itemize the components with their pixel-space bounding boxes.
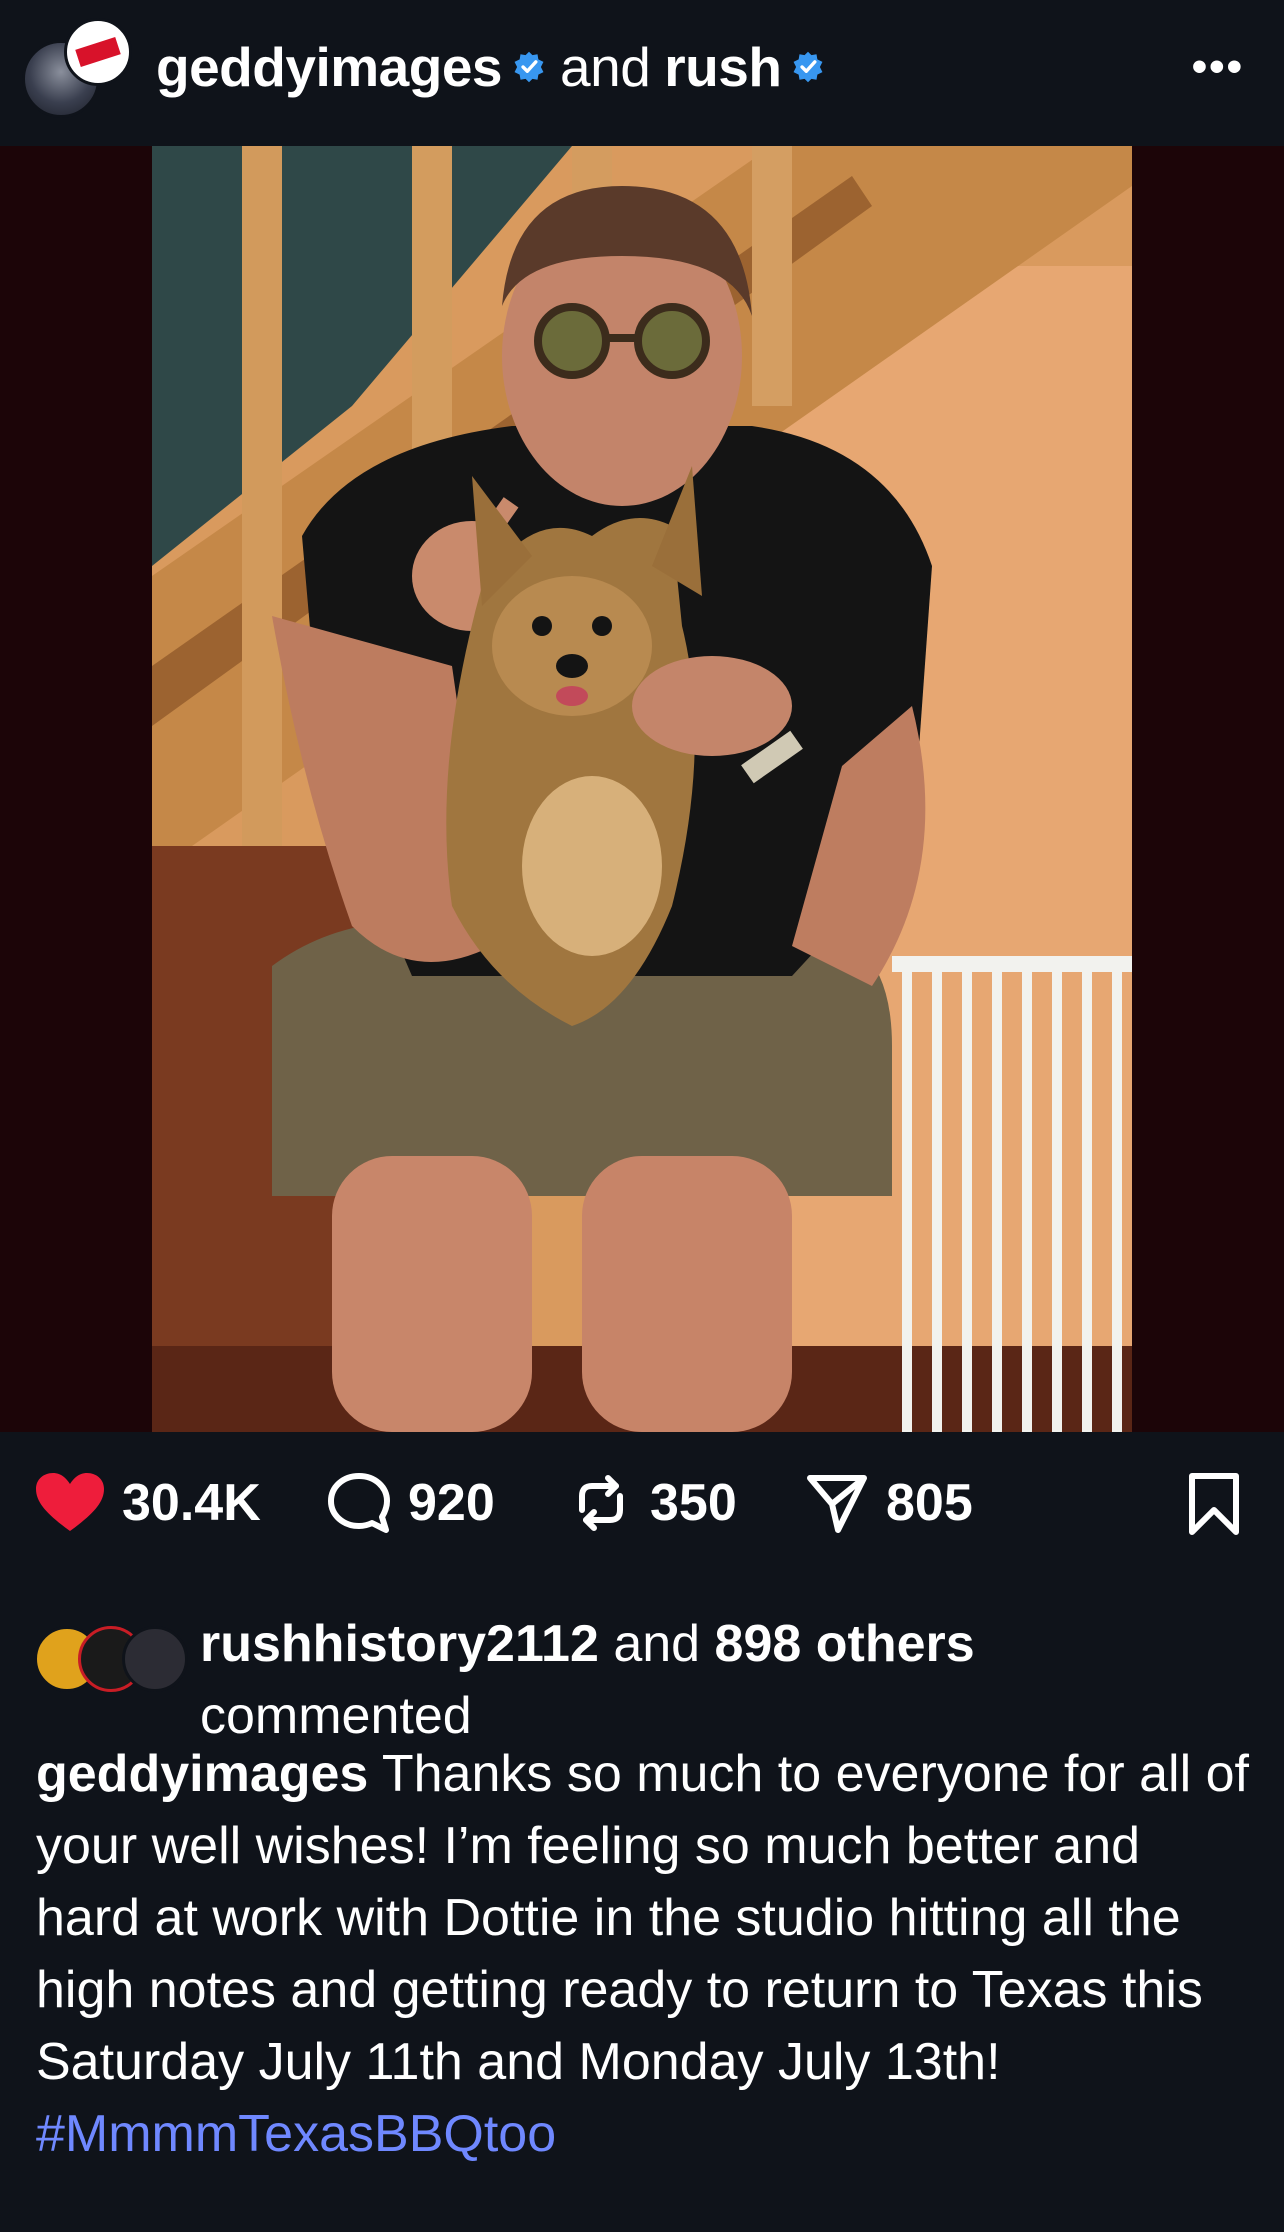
photo-illustration [152, 146, 1132, 1432]
others-count[interactable]: 898 others [715, 1615, 975, 1673]
more-horizontal-icon[interactable]: ••• [1192, 42, 1244, 92]
commented-suffix: commented [200, 1687, 472, 1745]
repost-count: 350 [650, 1474, 737, 1532]
caption-hashtag[interactable]: #MmmmTexasBBQtoo [36, 2098, 1256, 2170]
commented-and: and [613, 1615, 701, 1673]
bookmark-icon [1189, 1473, 1239, 1535]
post-caption: geddyimages Thanks so much to everyone f… [36, 1738, 1256, 2170]
repost-icon [579, 1475, 623, 1531]
rush-logo [75, 36, 121, 68]
repost-button[interactable]: 350 [568, 1468, 737, 1538]
comment-count: 920 [408, 1474, 495, 1532]
caption-author[interactable]: geddyimages [36, 1745, 368, 1803]
account-name[interactable]: geddyimages [156, 35, 503, 99]
post-owners: geddyimages and rush [156, 32, 825, 102]
owners-conjunction: and [560, 36, 651, 98]
comment-summary[interactable]: rushhistory2112 and 898 others commented [0, 1608, 1284, 1745]
verified-badge-icon [514, 51, 544, 83]
post-media[interactable] [0, 146, 1284, 1432]
save-button[interactable] [1186, 1472, 1242, 1541]
share-button[interactable]: 805 [804, 1468, 973, 1538]
post-photo[interactable] [152, 146, 1132, 1432]
paper-plane-icon [807, 1475, 867, 1533]
commenter-avatars [34, 1626, 194, 1692]
comment-button[interactable]: 920 [326, 1468, 495, 1538]
comment-summary-text: rushhistory2112 and 898 others commented [200, 1608, 1240, 1752]
commenter-username[interactable]: rushhistory2112 [200, 1615, 599, 1673]
post-actions: 30.4K 920 350 805 [0, 1432, 1284, 1572]
like-count: 30.4K [122, 1474, 261, 1532]
post-header: geddyimages and rush ••• [0, 0, 1284, 147]
avatar-rush[interactable] [64, 18, 132, 86]
collaborator-name[interactable]: rush [664, 35, 782, 99]
comment-bubble-icon [328, 1473, 390, 1533]
collab-avatars[interactable] [18, 18, 132, 118]
heart-filled-icon [36, 1473, 104, 1531]
like-button[interactable]: 30.4K [34, 1468, 261, 1538]
share-count: 805 [886, 1474, 973, 1532]
verified-badge-icon [794, 51, 823, 83]
avatar-commenter-3 [122, 1626, 188, 1692]
